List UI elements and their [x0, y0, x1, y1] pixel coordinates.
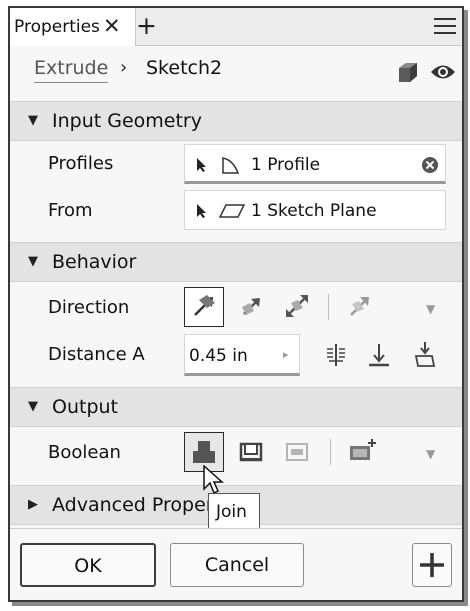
- tab-close-icon[interactable]: ✕: [103, 14, 121, 38]
- breadcrumb: Extrude › Sketch2: [10, 47, 462, 105]
- from-label: From: [48, 200, 93, 221]
- toolbar-separator: [328, 294, 329, 320]
- close-circle-icon[interactable]: [421, 156, 439, 174]
- chevron-down-icon[interactable]: ▼: [426, 447, 435, 461]
- extent-through-all-icon[interactable]: [412, 340, 438, 368]
- new-solid-button[interactable]: [342, 432, 382, 472]
- section-input-geometry-header[interactable]: ▼ Input Geometry: [10, 101, 462, 141]
- distance-a-value: 0.45 in: [189, 346, 248, 366]
- cube-icon[interactable]: [395, 59, 421, 85]
- direction-flipped-button[interactable]: [232, 287, 272, 327]
- boolean-label: Boolean: [48, 442, 121, 463]
- intersect-button[interactable]: [278, 432, 318, 472]
- expand-arrow-icon[interactable]: ▸: [283, 348, 289, 361]
- section-title: Output: [52, 396, 118, 418]
- panel-footer: OK Cancel: [10, 528, 462, 600]
- distance-measure-icon[interactable]: [324, 342, 348, 368]
- section-behavior-header[interactable]: ▼ Behavior: [10, 242, 462, 282]
- ok-button[interactable]: OK: [20, 543, 156, 587]
- section-title: Input Geometry: [52, 110, 202, 132]
- from-value: 1 Sketch Plane: [251, 201, 377, 221]
- new-solid-icon: [350, 439, 376, 460]
- tab-label: Properties: [14, 17, 100, 37]
- tooltip: Join: [208, 493, 260, 531]
- from-selector[interactable]: 1 Sketch Plane: [184, 190, 446, 230]
- cancel-button[interactable]: Cancel: [170, 543, 304, 587]
- sketch-plane-icon: [219, 204, 245, 218]
- collapse-triangle-icon: ▼: [28, 254, 38, 269]
- properties-panel: Properties ✕ + Extrude › Sketch2 ▼ Input…: [8, 6, 464, 602]
- direction-flipped-icon: [242, 298, 260, 315]
- profiles-label: Profiles: [48, 153, 114, 174]
- direction-asymmetric-button[interactable]: [340, 287, 380, 327]
- section-title: Behavior: [52, 251, 137, 273]
- extent-to-icon[interactable]: [366, 342, 392, 368]
- breadcrumb-parent-link[interactable]: Extrude: [34, 57, 109, 83]
- tab-properties[interactable]: Properties ✕: [10, 8, 136, 46]
- direction-label: Direction: [48, 297, 130, 318]
- add-tab-button[interactable]: +: [136, 11, 157, 40]
- intersect-icon: [286, 443, 308, 461]
- mouse-cursor-icon: [203, 465, 224, 495]
- select-arrow-icon: [197, 158, 206, 172]
- distance-a-input[interactable]: 0.45 in ▸: [184, 334, 300, 376]
- chevron-down-icon[interactable]: ▼: [426, 302, 435, 316]
- cut-button[interactable]: [232, 432, 272, 472]
- select-arrow-icon: [197, 204, 206, 218]
- tooltip-text: Join: [216, 502, 247, 522]
- distance-a-label: Distance A: [48, 344, 145, 365]
- cut-icon: [239, 442, 263, 462]
- breadcrumb-current: Sketch2: [146, 57, 223, 79]
- collapse-triangle-icon: ▼: [28, 399, 38, 414]
- plus-icon: [420, 553, 444, 577]
- breadcrumb-separator: ›: [120, 57, 128, 78]
- profiles-selector[interactable]: 1 Profile: [184, 144, 446, 184]
- direction-symmetric-icon: [286, 295, 308, 317]
- direction-symmetric-button[interactable]: [278, 287, 318, 327]
- direction-default-icon: [194, 295, 215, 316]
- panel-titlebar: Properties ✕ +: [10, 8, 462, 46]
- profiles-value: 1 Profile: [251, 155, 321, 175]
- toolbar-separator: [330, 439, 331, 465]
- direction-asymmetric-icon: [350, 297, 369, 316]
- expand-triangle-icon: ▶: [28, 497, 38, 512]
- direction-default-button[interactable]: [184, 287, 224, 327]
- section-output-header[interactable]: ▼ Output: [10, 387, 462, 427]
- eye-icon[interactable]: [430, 63, 456, 81]
- add-feature-button[interactable]: [412, 543, 452, 587]
- profile-icon: [222, 157, 240, 174]
- hamburger-menu-icon[interactable]: [434, 18, 456, 36]
- collapse-triangle-icon: ▼: [28, 113, 38, 128]
